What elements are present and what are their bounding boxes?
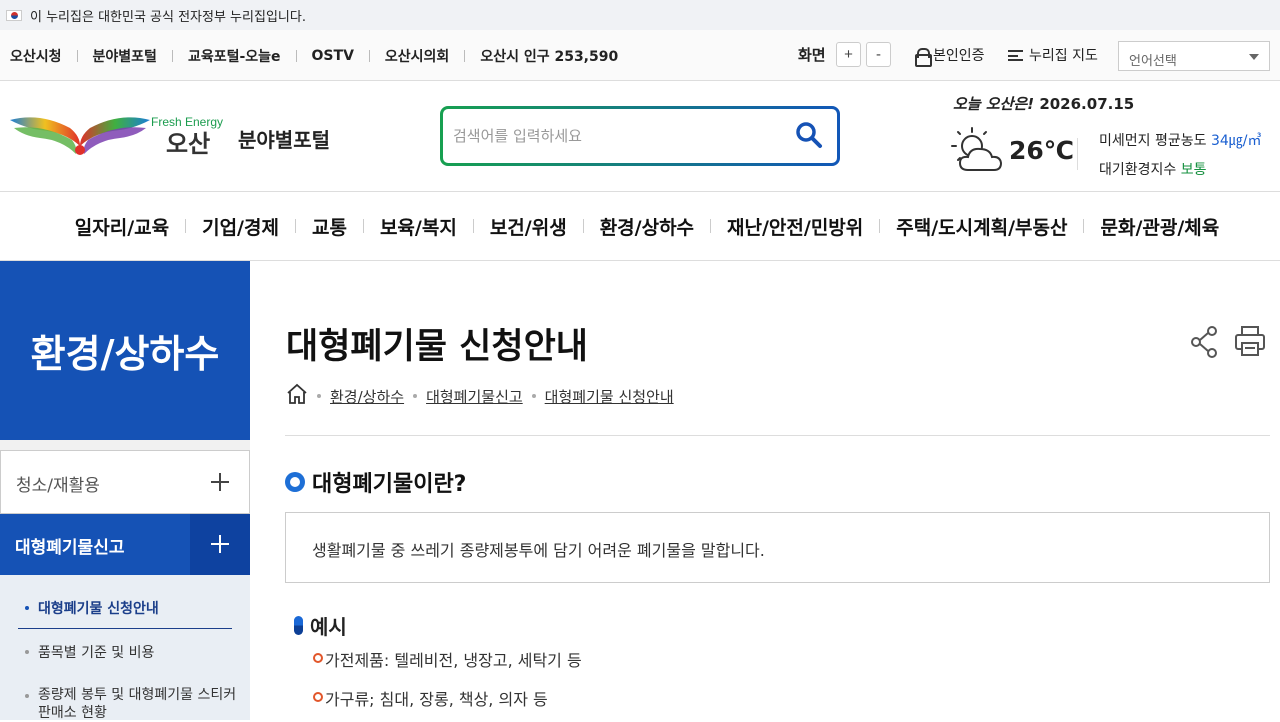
osan-wings-icon: Fresh Energy 오산 [10,115,223,158]
gov-banner: 이 누리집은 대한민국 공식 전자정부 누리집입니다. [0,0,1280,30]
nav-culture[interactable]: 문화/관광/체육 [1084,213,1235,240]
gov-banner-text: 이 누리집은 대한민국 공식 전자정부 누리집입니다. [30,9,306,25]
nav-environment[interactable]: 환경/상하수 [584,213,710,240]
breadcrumb-bulky-waste[interactable]: 대형폐기물신고 [426,386,523,407]
today-label: 오늘 오산은! [953,95,1035,113]
portal-title: 분야별포털 [238,128,330,152]
section-title: 대형폐기물이란? [312,472,467,497]
language-select-value: 언어선택 [1129,54,1177,69]
sidebar-item-label: 청소/재활용 [16,476,100,496]
partly-cloudy-icon [950,126,1005,176]
language-select[interactable]: 언어선택 [1118,41,1270,71]
zoom-label: 화면 [798,46,826,64]
air-quality-label: 대기환경지수 [1099,162,1177,178]
sidebar-item-label: 대형폐기물신고 [15,538,125,558]
search-box [440,106,840,166]
zoom-in-button[interactable]: + [836,42,861,67]
nav-traffic[interactable]: 교통 [296,213,363,240]
fine-dust-value: 34㎍/㎥ [1210,133,1262,149]
search-input[interactable] [443,109,763,163]
example-item: 가전제품: 텔레비전, 냉장고, 세탁기 등 [313,647,582,671]
zoom-out-button[interactable]: - [866,42,891,67]
nav-health[interactable]: 보건/위생 [474,213,583,240]
example-title: 예시 [310,615,347,639]
submenu-apply-guide[interactable]: 대형폐기물 신청안내 [25,598,159,618]
util-link-council[interactable]: 오산시의회 [385,46,449,66]
submenu-item-shops[interactable]: 종량제 봉투 및 대형폐기물 스티커 판매소 현황 [25,686,240,722]
osan-logo[interactable]: Fresh Energy 오산 [10,110,228,160]
sitemap-link[interactable]: 누리집 지도 [1008,45,1098,65]
home-icon[interactable] [286,383,308,409]
pill-bullet-icon [294,616,303,635]
breadcrumb-environment[interactable]: 환경/상하수 [330,386,404,407]
air-quality-value: 보통 [1180,162,1207,178]
menu-lines-icon [1008,49,1023,61]
util-link-city[interactable]: 오산시청 [10,46,62,66]
chevron-down-icon [1249,54,1259,60]
today-date: 2026.07.15 [1039,95,1135,113]
example-heading: 예시 [294,611,347,640]
fine-dust-label: 미세먼지 평균농도 [1099,133,1207,149]
lock-icon [915,47,932,67]
population-count: 오산시 인구 253,590 [480,48,619,65]
sidebar-item-bulky-waste[interactable]: 대형폐기물신고 [0,514,250,575]
search-icon [796,122,822,148]
utility-bar: 오산시청 분야별포털 교육포털-오늘e OSTV 오산시의회 오산시 인구 25… [0,30,1280,81]
sidebar-title: 환경/상하수 [0,261,250,440]
nav-safety[interactable]: 재난/안전/민방위 [711,213,879,240]
submenu-item-cost[interactable]: 품목별 기준 및 비용 [25,642,154,662]
sitemap-label: 누리집 지도 [1029,48,1098,64]
search-button[interactable] [795,121,823,149]
temperature: 26℃ [1009,136,1075,165]
page-title: 대형폐기물 신청안내 [286,327,588,367]
air-quality: 대기환경지수 보통 [1099,159,1207,179]
fine-dust: 미세먼지 평균농도 34㎍/㎥ [1099,130,1261,150]
util-link-portal[interactable]: 분야별포털 [93,46,157,66]
utility-links: 오산시청 분야별포털 교육포털-오늘e OSTV 오산시의회 오산시 인구 25… [10,30,618,81]
nav-housing[interactable]: 주택/도시계획/부동산 [880,213,1083,240]
example-item: 가구류; 침대, 장롱, 책상, 의자 등 [313,686,548,710]
share-icon[interactable] [1190,325,1220,359]
svg-text:Fresh Energy: Fresh Energy [151,115,223,129]
sidebar-item-cleaning[interactable]: 청소/재활용 [0,450,250,514]
section-heading: 대형폐기물이란? [285,466,466,498]
nav-welfare[interactable]: 보육/복지 [364,213,473,240]
nav-jobs[interactable]: 일자리/교육 [59,213,185,240]
definition-text: 생활폐기물 중 쓰레기 종량제봉투에 담기 어려운 폐기물을 말합니다. [312,541,765,560]
definition-box: 생활폐기물 중 쓰레기 종량제봉투에 담기 어려운 폐기물을 말합니다. [285,512,1270,583]
nav-economy[interactable]: 기업/경제 [186,213,295,240]
auth-label: 본인인증 [933,48,985,64]
plus-icon [211,535,229,553]
print-icon[interactable] [1234,325,1266,357]
breadcrumb-current[interactable]: 대형폐기물 신청안내 [545,386,674,407]
breadcrumb: 환경/상하수 대형폐기물신고 대형폐기물 신청안내 [286,383,674,409]
plus-icon [211,473,229,491]
korea-flag-icon [6,9,22,21]
today-heading: 오늘 오산은! 2026.07.15 [953,93,1134,114]
util-link-ostv[interactable]: OSTV [312,48,354,64]
circle-bullet-icon [285,472,305,492]
auth-link[interactable]: 본인인증 [915,45,985,67]
main-nav: 일자리/교육 기업/경제 교통 보육/복지 보건/위생 환경/상하수 재난/안전… [0,191,1280,261]
util-link-education[interactable]: 교육포털-오늘e [188,46,281,66]
svg-text:오산: 오산 [166,130,210,158]
